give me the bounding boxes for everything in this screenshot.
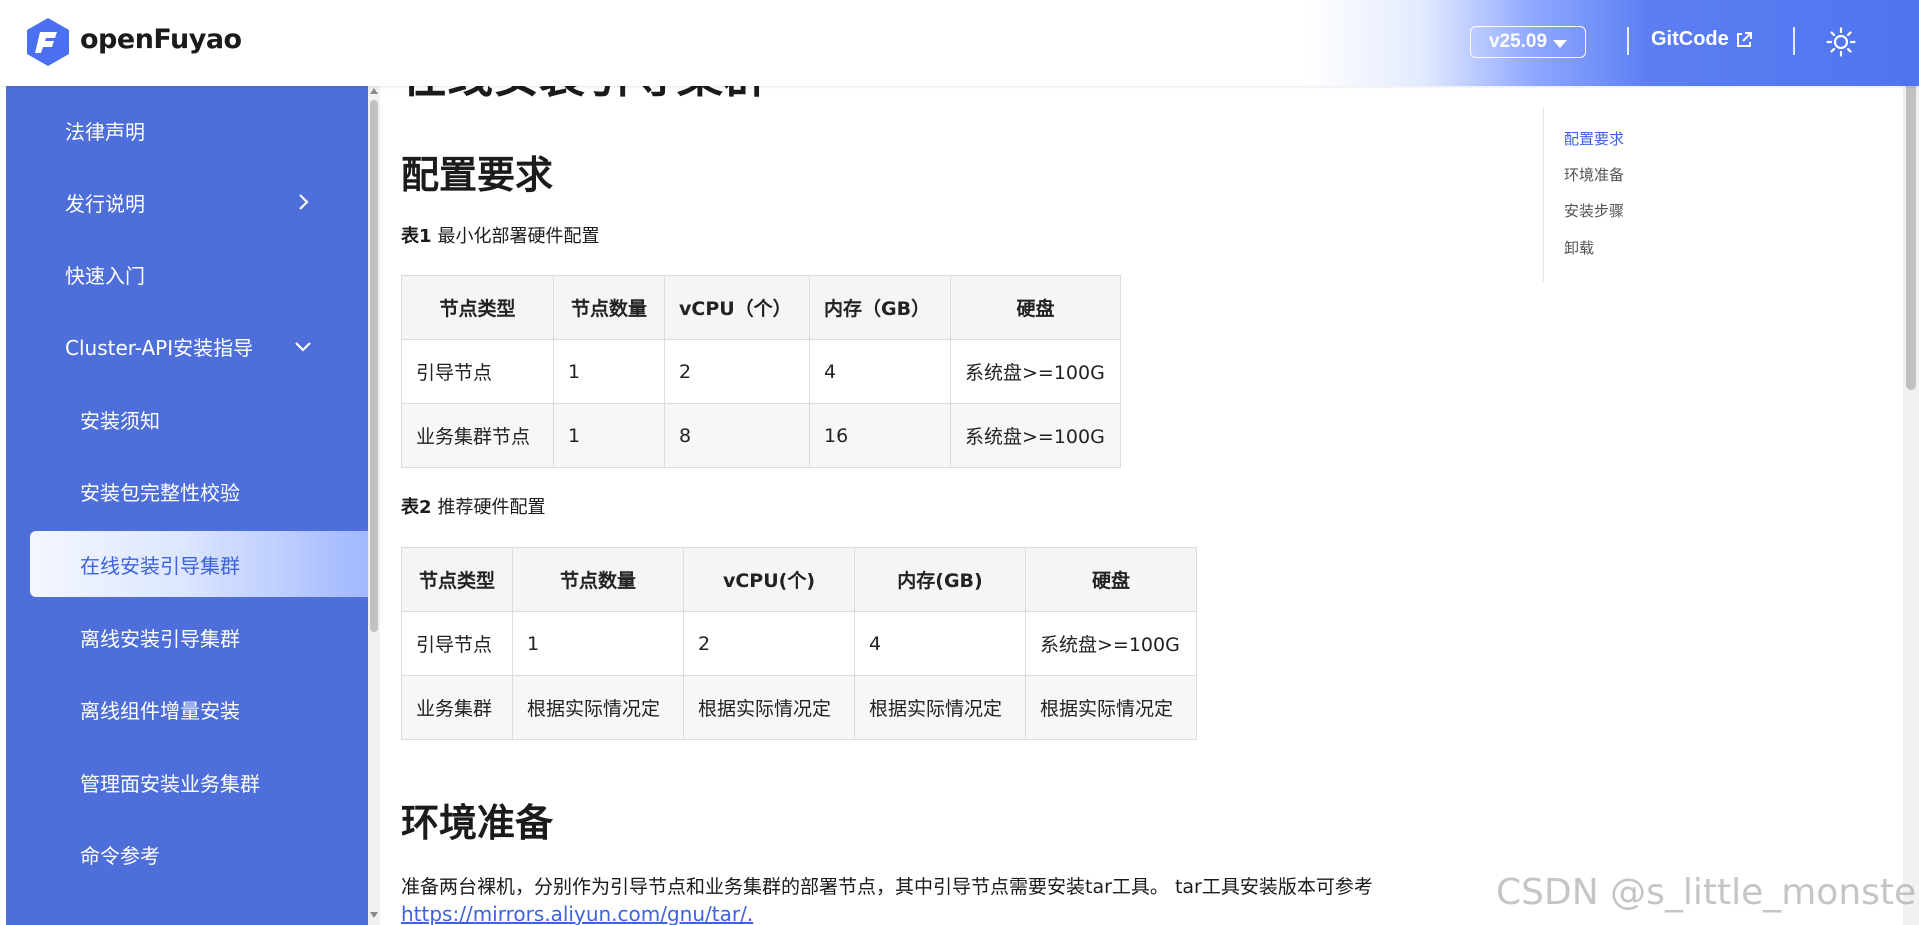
sidebar-item-label: 离线组件增量安装 xyxy=(80,698,240,723)
sidebar-item-mgmt-install[interactable]: 管理面安装业务集群 xyxy=(6,749,368,815)
table-cell: 根据实际情况定 xyxy=(512,675,684,740)
tar-mirror-link[interactable]: https://mirrors.aliyun.com/gnu/tar/. xyxy=(401,902,753,925)
openfuyao-logo[interactable] xyxy=(24,16,72,68)
table1-caption: 表1 最小化部署硬件配置 xyxy=(401,222,600,248)
sidebar-item-label: 发行说明 xyxy=(65,191,145,216)
sidebar-item-label: 安装须知 xyxy=(80,408,160,433)
sidebar-item-label: 安装包完整性校验 xyxy=(80,480,240,505)
table-header: vCPU（个） xyxy=(664,275,810,340)
toc-item-install-steps[interactable]: 安装步骤 xyxy=(1564,200,1624,221)
table-cell: 业务集群 xyxy=(401,675,513,740)
sidebar-item-label: 离线安装引导集群 xyxy=(80,626,240,651)
sidebar-item-offline-incremental[interactable]: 离线组件增量安装 xyxy=(6,676,368,742)
table-row: 引导节点 1 2 4 系统盘>=100G xyxy=(401,611,1197,676)
table-cell: 4 xyxy=(809,339,951,404)
sidebar-item-label: 命令参考 xyxy=(80,843,160,868)
sidebar-item-command-ref[interactable]: 命令参考 xyxy=(6,821,368,887)
gitcode-label: GitCode xyxy=(1651,28,1729,50)
sidebar-item-quick-start[interactable]: 快速入门 xyxy=(6,241,368,307)
watermark-text: CSDN @s_little_monster_ xyxy=(1496,872,1919,913)
scroll-down-arrow-icon[interactable] xyxy=(370,912,378,918)
brand-name[interactable]: openFuyao xyxy=(80,24,242,55)
table1-caption-text: 最小化部署硬件配置 xyxy=(437,226,600,247)
table-cell: 1 xyxy=(553,403,665,468)
header-divider xyxy=(1627,27,1629,55)
chevron-down-icon xyxy=(295,342,311,352)
sidebar-item-label: 法律声明 xyxy=(65,119,145,144)
table2-caption-text: 推荐硬件配置 xyxy=(437,497,546,518)
sidebar-nav: 法律声明 发行说明 快速入门 Cluster-API安装指导 安装须知 安装包完… xyxy=(6,86,368,925)
hardware-min-table: 节点类型 节点数量 vCPU（个） 内存（GB） 硬盘 引导节点 1 2 4 系… xyxy=(401,275,1121,468)
table-cell: 2 xyxy=(683,611,855,676)
table2-caption: 表2 推荐硬件配置 xyxy=(401,493,546,519)
table-cell: 1 xyxy=(553,339,665,404)
environment-paragraph: 准备两台裸机，分别作为引导节点和业务集群的部署节点，其中引导节点需要安装tar工… xyxy=(401,876,1373,898)
sidebar-item-label: Cluster-API安装指导 xyxy=(65,335,254,360)
sidebar-item-install-notes[interactable]: 安装须知 xyxy=(6,386,368,452)
sidebar-scrollbar-thumb[interactable] xyxy=(370,100,378,632)
table-cell: 根据实际情况定 xyxy=(1025,675,1197,740)
table-of-contents: 配置要求 环境准备 安装步骤 卸载 xyxy=(1543,107,1663,282)
toc-item-environment[interactable]: 环境准备 xyxy=(1564,164,1624,185)
sidebar-item-cluster-api[interactable]: Cluster-API安装指导 xyxy=(6,313,368,379)
table-header: 内存（GB） xyxy=(809,275,951,340)
table-cell: 根据实际情况定 xyxy=(683,675,855,740)
table-cell: 根据实际情况定 xyxy=(854,675,1026,740)
sidebar-item-label: 在线安装引导集群 xyxy=(80,553,240,578)
sidebar-item-online-install[interactable]: 在线安装引导集群 xyxy=(30,531,368,597)
table-cell: 8 xyxy=(664,403,810,468)
table-header-row: 节点类型 节点数量 vCPU(个) 内存(GB) 硬盘 xyxy=(401,547,1197,612)
hardware-recommended-table: 节点类型 节点数量 vCPU(个) 内存(GB) 硬盘 引导节点 1 2 4 系… xyxy=(401,547,1197,740)
table1-caption-label: 表1 xyxy=(401,226,432,247)
page-title: 在线安装引导集群 xyxy=(401,86,769,106)
table-header: 节点类型 xyxy=(401,275,554,340)
table-header: 硬盘 xyxy=(950,275,1121,340)
table-cell: 引导节点 xyxy=(401,611,513,676)
table-cell: 4 xyxy=(854,611,1026,676)
table-header: 内存(GB) xyxy=(854,547,1026,612)
sidebar-item-offline-install[interactable]: 离线安装引导集群 xyxy=(6,604,368,670)
table-row: 业务集群 根据实际情况定 根据实际情况定 根据实际情况定 根据实际情况定 xyxy=(401,675,1197,740)
version-label: v25.09 xyxy=(1488,31,1548,52)
header-divider xyxy=(1793,27,1795,55)
table-row: 业务集群节点 1 8 16 系统盘>=100G xyxy=(401,403,1121,468)
section-title-requirements: 配置要求 xyxy=(401,153,554,197)
top-header: openFuyao v25.09 GitCode xyxy=(0,0,1919,86)
table-cell: 16 xyxy=(809,403,951,468)
sidebar-item-release-notes[interactable]: 发行说明 xyxy=(6,169,368,235)
table-header: 节点类型 xyxy=(401,547,513,612)
chevron-right-icon xyxy=(299,194,309,210)
toc-item-uninstall[interactable]: 卸载 xyxy=(1564,237,1594,258)
external-link-icon xyxy=(1736,31,1752,47)
toc-item-requirements[interactable]: 配置要求 xyxy=(1564,128,1624,149)
table-header: vCPU(个) xyxy=(683,547,855,612)
sidebar-item-legal[interactable]: 法律声明 xyxy=(6,97,368,163)
table-cell: 系统盘>=100G xyxy=(1025,611,1197,676)
table-header: 硬盘 xyxy=(1025,547,1197,612)
version-select[interactable]: v25.09 xyxy=(1470,26,1586,58)
table-cell: 1 xyxy=(512,611,684,676)
table-header: 节点数量 xyxy=(553,275,665,340)
section-title-environment: 环境准备 xyxy=(401,801,554,845)
main-content: 在线安装引导集群 配置要求 表1最小化部署硬件配置 节点类型 节点数量 vCPU… xyxy=(380,86,1900,925)
scroll-up-arrow-icon[interactable] xyxy=(370,88,378,94)
table-row: 引导节点 1 2 4 系统盘>=100G xyxy=(401,339,1121,404)
caret-down-icon xyxy=(1553,39,1568,48)
table-header: 节点数量 xyxy=(512,547,684,612)
sidebar-item-label: 管理面安装业务集群 xyxy=(80,771,260,796)
table-cell: 系统盘>=100G xyxy=(950,339,1121,404)
table2-caption-label: 表2 xyxy=(401,497,432,518)
table-cell: 引导节点 xyxy=(401,339,554,404)
gitcode-link[interactable]: GitCode xyxy=(1651,28,1753,51)
sidebar-item-package-check[interactable]: 安装包完整性校验 xyxy=(6,458,368,524)
sidebar-item-label: 快速入门 xyxy=(65,263,145,288)
sun-icon[interactable] xyxy=(1826,27,1856,57)
table-header-row: 节点类型 节点数量 vCPU（个） 内存（GB） 硬盘 xyxy=(401,275,1121,340)
table-cell: 2 xyxy=(664,339,810,404)
table-cell: 系统盘>=100G xyxy=(950,403,1121,468)
table-cell: 业务集群节点 xyxy=(401,403,554,468)
